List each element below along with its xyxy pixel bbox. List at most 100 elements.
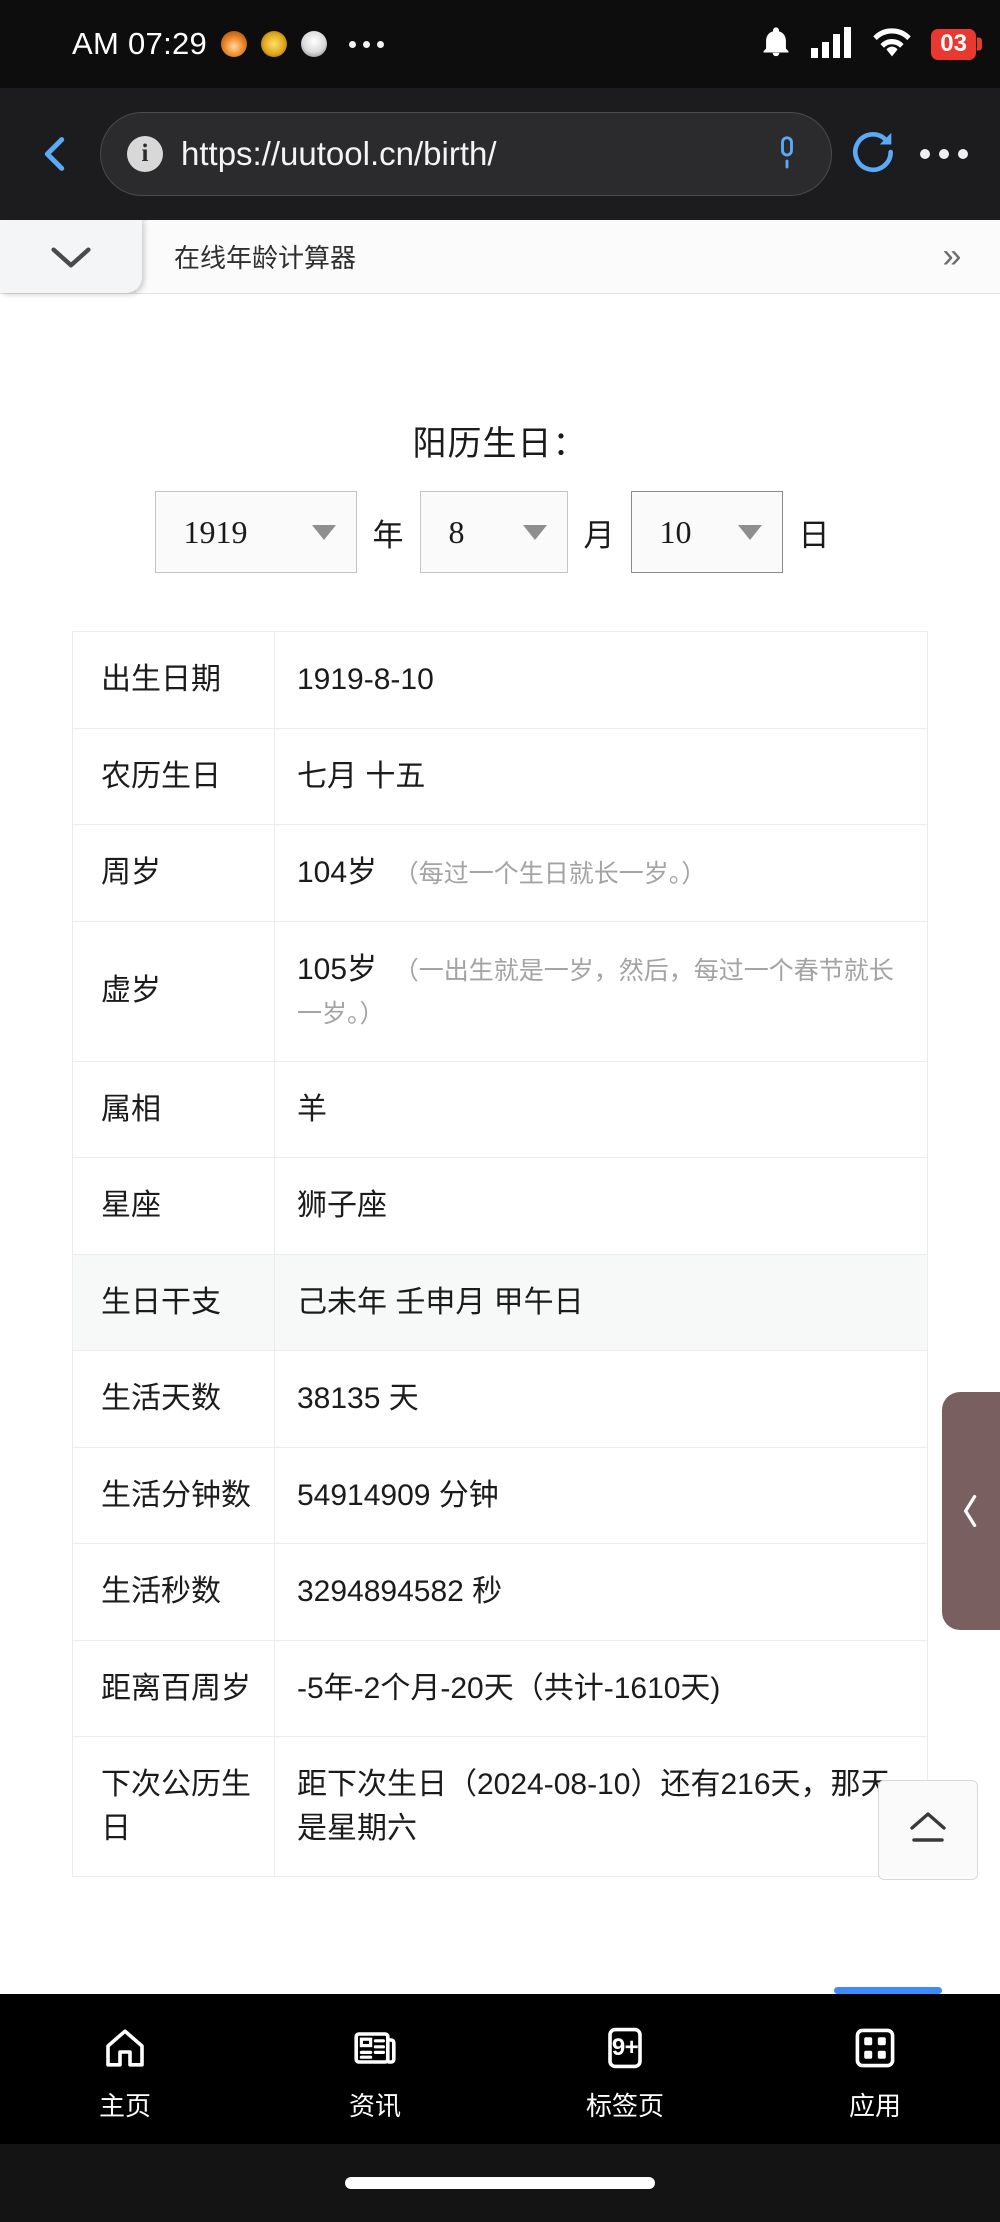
year-select[interactable]: 1919 xyxy=(154,491,357,573)
table-row-key: 星座 xyxy=(72,1157,275,1255)
month-select-value: 8 xyxy=(448,513,465,550)
battery-indicator: 03 xyxy=(931,28,976,60)
table-row: 农历生日 七月 十五 xyxy=(72,727,928,825)
wifi-icon xyxy=(871,26,913,63)
tab-switch-hint xyxy=(834,1987,942,1994)
table-value-text: 105岁 xyxy=(297,952,378,986)
table-row-value: 1919-8-10 xyxy=(274,631,928,729)
cellular-signal-icon xyxy=(811,26,853,63)
site-info-icon[interactable]: i xyxy=(127,136,163,172)
table-row-key: 生活分钟数 xyxy=(72,1446,275,1544)
table-row-value: 己未年 壬申月 甲午日 xyxy=(274,1253,928,1351)
nav-item-news[interactable]: 资讯 xyxy=(250,2022,500,2123)
nav-label-tabs: 标签页 xyxy=(585,2090,664,2121)
table-row: 生日干支 己未年 壬申月 甲午日 xyxy=(72,1253,928,1351)
url-text[interactable]: https://uutool.cn/birth/ xyxy=(181,135,751,173)
collapse-panel-handle[interactable] xyxy=(942,1392,1000,1630)
table-value-text: 七月 十五 xyxy=(297,759,426,793)
table-value-text: 38135 天 xyxy=(297,1382,419,1415)
browser-tab-active[interactable]: 在线年龄计算器 xyxy=(136,220,904,293)
microphone-icon[interactable] xyxy=(769,134,805,175)
table-value-text: -5年-2个月-20天（共计-1610天) xyxy=(297,1671,721,1705)
year-unit-label: 年 xyxy=(372,517,404,553)
ghost-icon xyxy=(301,31,328,57)
browser-toolbar: i https://uutool.cn/birth/ xyxy=(0,88,1000,220)
table-value-text: 距下次生日（2024-08-10）还有216天，那天是星期六 xyxy=(297,1768,891,1845)
chevron-down-icon[interactable] xyxy=(0,220,142,293)
reload-icon[interactable] xyxy=(848,127,898,182)
tab-strip: 在线年龄计算器 » xyxy=(0,220,1000,293)
tabs-icon: 9+ xyxy=(601,2022,649,2074)
back-chevron-icon[interactable] xyxy=(26,125,84,183)
table-row: 周岁 104岁 （每过一个生日就长一岁。） xyxy=(72,824,928,922)
nav-item-apps[interactable]: 应用 xyxy=(750,2022,1000,2123)
bottom-navigation-bar: 主页 资讯 9+ 标签页 应用 xyxy=(0,1994,1000,2144)
page-title: 阳历生日： xyxy=(412,425,588,463)
year-select-value: 1919 xyxy=(183,513,248,550)
page-inner: 阳历生日： 1919 年 8 月 10 日 出生日期 1919-8-10 农历生… xyxy=(0,416,1000,1877)
table-row: 生活分钟数 54914909 分钟 xyxy=(72,1446,928,1544)
table-value-text: 104岁 xyxy=(297,856,378,889)
table-value-text: 54914909 分钟 xyxy=(297,1478,499,1512)
table-row-key: 生日干支 xyxy=(72,1253,275,1351)
address-bar[interactable]: i https://uutool.cn/birth/ xyxy=(100,112,832,196)
tab-count-badge: 9+ xyxy=(611,2033,639,2061)
table-row-value: 105岁 （一出生就是一岁，然后，每过一个春节就长一岁。） xyxy=(274,920,928,1062)
month-unit-label: 月 xyxy=(583,517,615,553)
flame-icon xyxy=(221,31,248,57)
day-select-value: 10 xyxy=(659,513,692,550)
nav-label-apps: 应用 xyxy=(848,2090,901,2121)
home-gesture-bar[interactable] xyxy=(345,2177,655,2189)
table-row-key: 距离百周岁 xyxy=(72,1639,275,1737)
age-result-table: 出生日期 1919-8-10 农历生日 七月 十五 周岁 104岁 （每过一个生日就长一岁… xyxy=(72,631,928,1877)
status-clock: AM 07:29 xyxy=(72,26,208,61)
table-row-key: 农历生日 xyxy=(72,727,275,825)
nav-item-tabs[interactable]: 9+ 标签页 xyxy=(500,2022,750,2123)
back-to-top-button[interactable] xyxy=(878,1780,978,1880)
chevron-down-icon xyxy=(737,524,762,540)
chevron-down-icon xyxy=(311,524,336,540)
table-row-key: 生活秒数 xyxy=(72,1543,275,1641)
table-row-key: 周岁 xyxy=(72,824,275,922)
month-select[interactable]: 8 xyxy=(419,491,568,573)
table-row-value: 羊 xyxy=(274,1060,928,1158)
tab-overflow-button[interactable]: » xyxy=(904,220,1000,293)
overflow-menu-icon[interactable] xyxy=(914,149,974,159)
nav-label-news: 资讯 xyxy=(348,2090,401,2121)
table-row-value: 38135 天 xyxy=(274,1350,928,1448)
table-row-key: 虚岁 xyxy=(72,920,275,1062)
news-icon xyxy=(351,2022,399,2074)
bell-icon xyxy=(759,25,793,64)
table-value-note: （每过一个生日就长一岁。） xyxy=(393,860,707,888)
browser-tab-title: 在线年龄计算器 xyxy=(174,243,357,273)
nav-label-home: 主页 xyxy=(98,2090,151,2121)
age-result-table-body: 出生日期 1919-8-10 农历生日 七月 十五 周岁 104岁 （每过一个生日就长一岁… xyxy=(72,631,928,1877)
table-row-value: 狮子座 xyxy=(274,1157,928,1255)
table-value-text: 1919-8-10 xyxy=(297,663,434,696)
table-value-text: 狮子座 xyxy=(297,1189,387,1222)
badge-icon xyxy=(261,31,288,57)
table-row-value: 104岁 （每过一个生日就长一岁。） xyxy=(274,824,928,922)
table-row-key: 属相 xyxy=(72,1060,275,1158)
table-row: 下次公历生日 距下次生日（2024-08-10）还有216天，那天是星期六 xyxy=(72,1736,928,1877)
nav-item-home[interactable]: 主页 xyxy=(0,2022,250,2123)
status-bar-left: AM 07:29 xyxy=(72,26,385,62)
day-unit-label: 日 xyxy=(798,517,830,553)
more-icon xyxy=(349,40,385,48)
table-row: 出生日期 1919-8-10 xyxy=(72,631,928,729)
birthday-date-picker: 1919 年 8 月 10 日 xyxy=(72,491,928,573)
gesture-nav-area xyxy=(0,2144,1000,2222)
table-row: 属相羊 xyxy=(72,1060,928,1158)
chevron-down-icon xyxy=(522,524,547,540)
day-select[interactable]: 10 xyxy=(630,491,783,573)
table-row-value: 54914909 分钟 xyxy=(274,1446,928,1544)
table-value-note: （一出生就是一岁，然后，每过一个春节就长一岁。） xyxy=(297,956,894,1029)
table-row: 虚岁 105岁 （一出生就是一岁，然后，每过一个春节就长一岁。） xyxy=(72,920,928,1062)
table-row: 距离百周岁 -5年-2个月-20天（共计-1610天) xyxy=(72,1639,928,1737)
table-value-text: 己未年 壬申月 甲午日 xyxy=(297,1285,584,1319)
web-page-content: 阳历生日： 1919 年 8 月 10 日 出生日期 1919-8-10 农历生… xyxy=(0,293,1000,1994)
status-bar-right: 03 xyxy=(759,25,976,64)
table-row-value: 距下次生日（2024-08-10）还有216天，那天是星期六 xyxy=(274,1736,928,1877)
phone-screen: AM 07:29 03 i https://uutool.cn/birth/ 在… xyxy=(0,0,1000,2222)
apps-grid-icon xyxy=(851,2022,899,2074)
